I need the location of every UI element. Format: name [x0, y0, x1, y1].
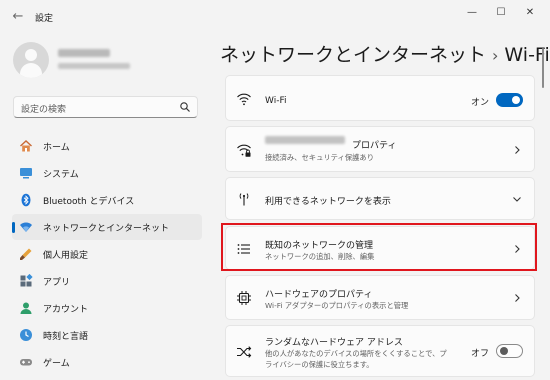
sidebar-item-apps[interactable]: アプリ — [12, 268, 202, 294]
minimize-button[interactable]: — — [462, 5, 482, 21]
back-arrow-icon[interactable]: ← — [10, 9, 26, 25]
sidebar-item-network[interactable]: ネットワークとインターネット — [12, 214, 202, 240]
chip-icon — [237, 291, 251, 305]
scrollbar[interactable] — [542, 48, 544, 88]
sidebar-item-label: ネットワークとインターネット — [43, 224, 170, 234]
search-icon[interactable] — [179, 101, 191, 113]
sidebar-item-label: 時刻と言語 — [43, 332, 89, 342]
wifi-toggle-label: オン — [471, 98, 490, 108]
sidebar-item-personalization[interactable]: 個人用設定 — [12, 241, 202, 267]
wifi-icon — [237, 93, 251, 106]
shuffle-icon — [237, 346, 252, 358]
network-properties-card[interactable]: プロパティ 接続済み、セキュリティ保護あり — [225, 126, 535, 172]
apps-icon — [20, 274, 33, 287]
random-address-card: ランダムなハードウェア アドレス 他の人があなたのデバイスの場所をくくすることで… — [225, 325, 535, 377]
network-name-redacted — [265, 136, 345, 144]
hardware-title: ハードウェアのプロパティ — [265, 290, 373, 300]
bluetooth-icon — [21, 193, 31, 207]
chevron-right-icon — [515, 146, 520, 154]
app-title: 設定 — [35, 14, 54, 24]
available-networks-title: 利用できるネットワークを表示 — [265, 197, 391, 207]
avatar[interactable] — [13, 42, 49, 78]
sidebar-item-gaming[interactable]: ゲーム — [12, 349, 202, 375]
wifi-lock-icon — [237, 144, 251, 157]
user-name-redacted — [58, 49, 110, 57]
random-address-subtitle-1: 他の人があなたのデバイスの場所をくくすることで、プ — [265, 349, 447, 358]
highlight-annotation — [221, 223, 537, 271]
account-icon — [20, 302, 32, 314]
hardware-properties-card[interactable]: ハードウェアのプロパティ Wi-Fi アダプターのプロパティの表示と管理 — [225, 275, 535, 320]
breadcrumb-separator: › — [492, 46, 499, 65]
random-address-title: ランダムなハードウェア アドレス — [265, 338, 403, 348]
active-indicator — [12, 222, 15, 233]
sidebar-item-accounts[interactable]: アカウント — [12, 295, 202, 321]
random-toggle-label: オフ — [471, 349, 490, 359]
maximize-button[interactable]: ☐ — [491, 5, 511, 21]
sidebar-item-system[interactable]: システム — [12, 160, 202, 186]
sidebar-item-label: Bluetooth とデバイス — [43, 197, 135, 207]
breadcrumb: ネットワークとインターネット › Wi-Fi — [220, 40, 550, 67]
network-icon — [20, 222, 32, 232]
wifi-title: Wi-Fi — [265, 96, 287, 106]
close-button[interactable]: ✕ — [520, 5, 540, 21]
properties-subtitle: 接続済み、セキュリティ保護あり — [265, 153, 375, 162]
random-address-subtitle-2: ライバシーの保護に役立ちます。 — [265, 360, 374, 369]
wifi-toggle[interactable] — [496, 93, 523, 107]
search-input[interactable]: 設定の検索 — [21, 102, 66, 115]
sidebar-item-home[interactable]: ホーム — [12, 133, 202, 159]
user-email-redacted — [58, 63, 130, 69]
wifi-toggle-card: Wi-Fi オン — [225, 75, 535, 121]
sidebar-item-time-language[interactable]: 時刻と言語 — [12, 322, 202, 348]
hardware-subtitle: Wi-Fi アダプターのプロパティの表示と管理 — [265, 301, 409, 310]
chevron-down-icon[interactable] — [512, 194, 522, 204]
title-bar: ← 設定 — ☐ ✕ — [0, 0, 550, 34]
gaming-icon — [20, 359, 32, 366]
breadcrumb-parent[interactable]: ネットワークとインターネット — [220, 44, 486, 66]
home-icon — [20, 140, 32, 152]
search-box[interactable]: 設定の検索 — [13, 96, 198, 118]
sidebar-item-label: ホーム — [43, 143, 70, 153]
personalization-icon — [20, 248, 32, 260]
properties-title: プロパティ — [352, 141, 397, 151]
sidebar-item-label: ゲーム — [43, 359, 70, 369]
sidebar-item-label: システム — [43, 170, 79, 180]
antenna-icon — [239, 193, 249, 206]
available-networks-card[interactable]: 利用できるネットワークを表示 — [225, 177, 535, 220]
sidebar-item-bluetooth[interactable]: Bluetooth とデバイス — [12, 187, 202, 213]
sidebar-item-label: 個人用設定 — [43, 251, 89, 261]
chevron-right-icon — [515, 294, 520, 302]
system-icon — [20, 168, 32, 179]
random-address-toggle[interactable] — [496, 344, 523, 358]
sidebar-item-label: アカウント — [43, 305, 89, 315]
time-language-icon — [20, 329, 32, 341]
sidebar-item-label: アプリ — [43, 278, 71, 288]
